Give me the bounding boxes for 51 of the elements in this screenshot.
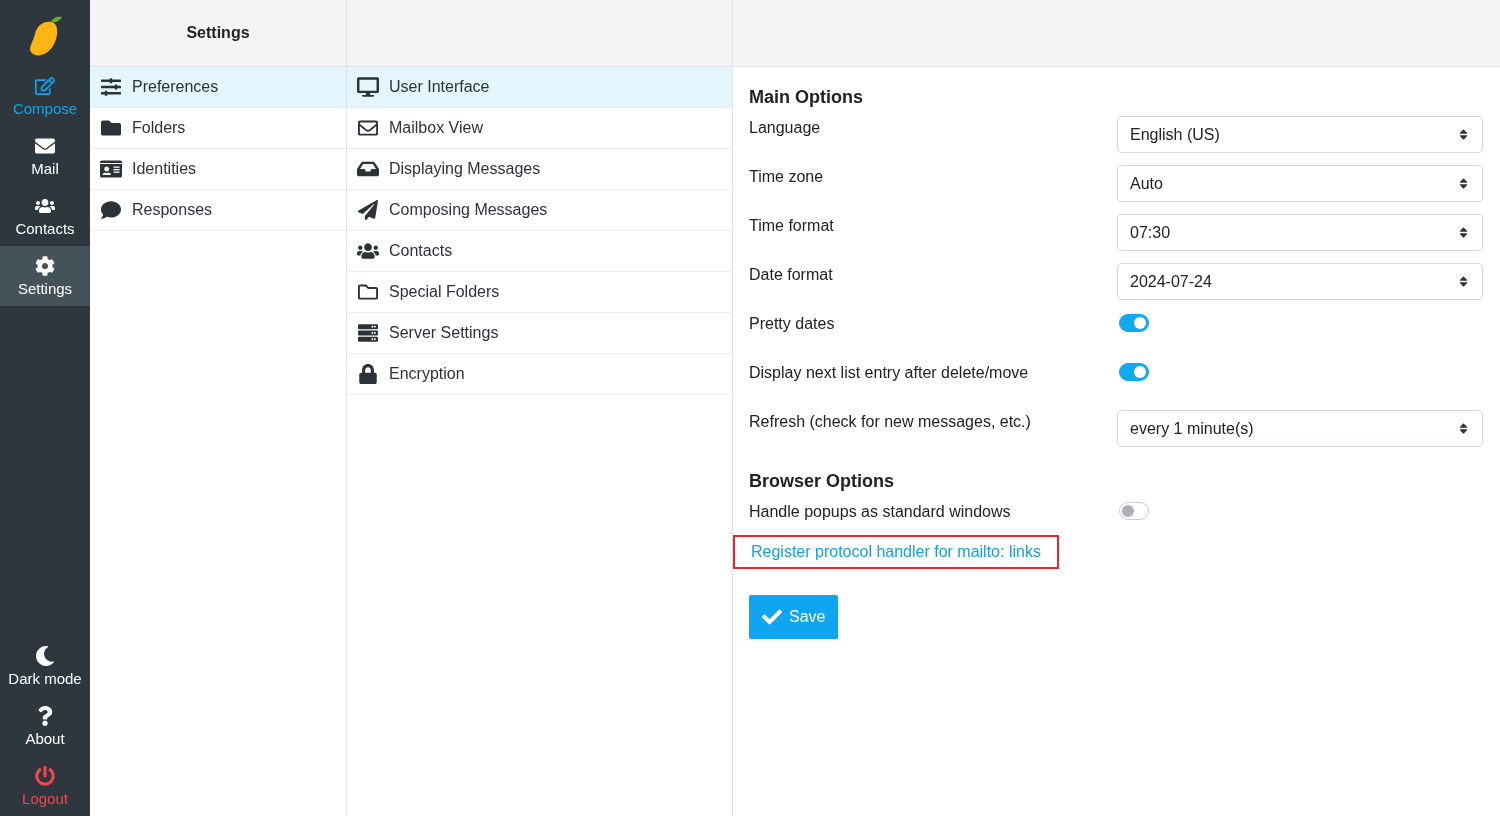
paper-plane-icon bbox=[357, 200, 379, 220]
option-label: Time zone bbox=[749, 167, 825, 186]
sort-arrows-icon bbox=[1457, 226, 1470, 239]
sort-arrows-icon bbox=[1457, 422, 1470, 435]
monitor-icon bbox=[357, 77, 379, 97]
sort-arrows-icon bbox=[1457, 177, 1470, 190]
toggle-switch[interactable] bbox=[1119, 363, 1149, 381]
envelope-icon bbox=[357, 118, 379, 138]
nav-item[interactable]: Dark mode bbox=[0, 636, 90, 696]
toggle-switch[interactable] bbox=[1119, 314, 1149, 332]
envelope-icon bbox=[35, 136, 55, 156]
option-label: Refresh (check for new messages, etc.) bbox=[749, 412, 1032, 431]
nav-item[interactable]: Compose bbox=[0, 66, 90, 126]
sort-arrows-icon bbox=[1457, 275, 1470, 288]
lock-icon bbox=[357, 364, 379, 384]
option-label: Pretty dates bbox=[749, 314, 836, 333]
toggle-switch[interactable] bbox=[1119, 502, 1149, 520]
select-field[interactable]: 2024-07-24 bbox=[1117, 263, 1483, 300]
select-field[interactable]: English (US) bbox=[1117, 116, 1483, 153]
section-heading: Browser Options bbox=[749, 471, 896, 492]
option-label: Language bbox=[749, 118, 822, 137]
option-label: Time format bbox=[749, 216, 835, 235]
option-label: Handle popups as standard windows bbox=[749, 502, 1012, 521]
panel-title: Settings bbox=[90, 0, 346, 67]
folder-icon bbox=[100, 118, 122, 138]
nav-item[interactable]: Contacts bbox=[0, 186, 90, 246]
check-icon bbox=[762, 607, 782, 627]
category-item[interactable]: Preferences bbox=[90, 67, 346, 108]
nav-item[interactable]: About bbox=[0, 696, 90, 756]
users-icon bbox=[35, 196, 55, 216]
select-field[interactable]: every 1 minute(s) bbox=[1117, 410, 1483, 447]
section-item[interactable]: User Interface bbox=[347, 67, 732, 108]
power-icon bbox=[35, 766, 55, 786]
nav-item[interactable]: Mail bbox=[0, 126, 90, 186]
nav-item[interactable]: Settings bbox=[0, 246, 90, 306]
gear-icon bbox=[35, 256, 55, 276]
option-label: Date format bbox=[749, 265, 834, 284]
section-heading: Main Options bbox=[749, 87, 864, 108]
speech-bubble-icon bbox=[100, 200, 122, 220]
select-field[interactable]: 07:30 bbox=[1117, 214, 1483, 251]
id-card-icon bbox=[100, 159, 122, 179]
sort-arrows-icon bbox=[1457, 128, 1470, 141]
inbox-icon bbox=[357, 159, 379, 179]
users-icon bbox=[357, 241, 379, 261]
folder-icon bbox=[357, 282, 379, 302]
moon-icon bbox=[35, 646, 55, 666]
edit-icon bbox=[35, 76, 55, 96]
sliders-icon bbox=[100, 77, 122, 97]
server-icon bbox=[357, 323, 379, 343]
select-field[interactable]: Auto bbox=[1117, 165, 1483, 202]
option-label: Display next list entry after delete/move bbox=[749, 363, 1030, 382]
